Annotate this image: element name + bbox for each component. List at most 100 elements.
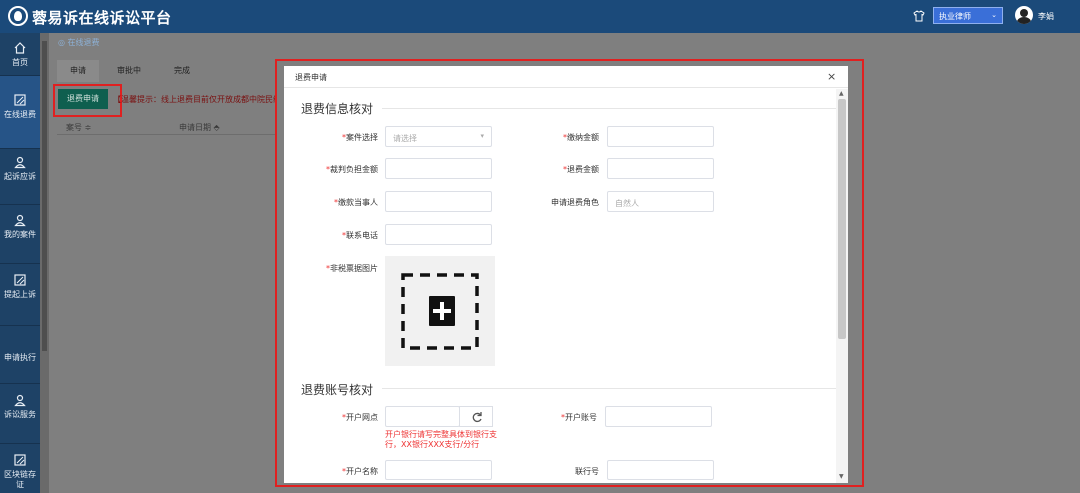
divider xyxy=(0,383,40,384)
dialog-header: 退费申请 × xyxy=(284,66,848,88)
sidebar-item-litigation-service[interactable]: 诉讼服务 xyxy=(0,393,40,420)
bank-code-input[interactable] xyxy=(607,460,714,480)
section-title-refund-account: 退费账号核对 xyxy=(301,383,374,397)
sidebar-item-label: 首页 xyxy=(12,58,28,67)
document-icon xyxy=(14,94,26,106)
sidebar-item-home[interactable]: 首页 xyxy=(0,41,40,68)
judged-amount-input[interactable] xyxy=(385,158,492,179)
scrollbar-thumb[interactable] xyxy=(42,41,47,351)
tab-reviewing[interactable]: 审批中 xyxy=(117,65,141,76)
paid-amount-label: *缴纳金额 xyxy=(563,133,599,142)
sidebar-item-apply-execution[interactable]: 申请执行 xyxy=(0,353,40,363)
breadcrumb-label[interactable]: 在线退费 xyxy=(68,38,100,47)
role-select-value: 执业律师 xyxy=(939,12,971,21)
highlight-box xyxy=(53,84,122,117)
sidebar-item-my-cases[interactable]: 我的案件 xyxy=(0,213,40,240)
scroll-down-icon[interactable]: ▼ xyxy=(839,473,844,480)
divider xyxy=(382,108,836,109)
divider xyxy=(382,388,836,389)
judged-amount-label: *裁判负担金额 xyxy=(326,165,378,174)
phone-label: *联系电话 xyxy=(342,231,378,240)
location-icon: ◎ xyxy=(58,38,68,47)
bank-account-label: *开户账号 xyxy=(561,413,597,422)
case-select-placeholder: 请选择 xyxy=(393,134,417,143)
sidebar-item-label: 我的案件 xyxy=(4,230,36,239)
sort-icon: ≑ xyxy=(84,123,92,132)
account-name-label: *开户名称 xyxy=(342,467,378,476)
top-header: 蓉易诉在线诉讼平台 执业律师 ⌄ 李娟 xyxy=(0,0,1080,33)
document-icon xyxy=(14,274,26,286)
payer-input[interactable] xyxy=(385,191,492,212)
court-logo-icon xyxy=(8,6,28,26)
column-label: 案号 xyxy=(66,123,82,132)
refund-role-value: 自然人 xyxy=(615,199,639,208)
sidebar: 首页 在线退费 起诉应诉 我的案件 提起上诉 申请执行 诉讼服务 区块链存证 xyxy=(0,33,40,493)
column-header-apply-date[interactable]: 申请日期 ⬘ xyxy=(179,122,220,133)
username[interactable]: 李娟 xyxy=(1038,11,1054,22)
divider xyxy=(0,263,40,264)
scrollbar-thumb[interactable] xyxy=(838,99,846,339)
divider xyxy=(0,204,40,205)
sidebar-item-online-refund[interactable]: 在线退费 xyxy=(0,76,40,148)
sidebar-item-appeal[interactable]: 提起上诉 xyxy=(0,273,40,300)
case-select-label: *案件选择 xyxy=(342,133,378,142)
payer-label: *缴款当事人 xyxy=(334,198,378,207)
add-image-icon xyxy=(401,273,479,350)
notice-text: 【温馨提示：线上退费目前仅开放成都中院民终以 xyxy=(113,95,275,104)
dialog-title: 退费申请 xyxy=(295,73,327,82)
tab-completed[interactable]: 完成 xyxy=(174,65,190,76)
divider xyxy=(0,443,40,444)
sidebar-item-label: 诉讼服务 xyxy=(4,410,36,419)
close-icon[interactable]: × xyxy=(827,70,836,83)
home-icon xyxy=(14,42,26,54)
divider xyxy=(57,134,275,135)
breadcrumb: ◎ 在线退费 xyxy=(58,37,100,48)
refresh-icon xyxy=(472,412,482,423)
shirt-icon[interactable] xyxy=(913,10,925,22)
refund-application-dialog: 退费申请 × 退费信息核对 *案件选择 请选择 ▾ *缴纳金额 *裁判负担金额 … xyxy=(284,66,848,483)
refund-amount-input[interactable] xyxy=(607,158,714,179)
column-label: 申请日期 xyxy=(179,123,211,132)
user-icon xyxy=(14,394,26,407)
tab-apply[interactable]: 申请 xyxy=(57,60,99,82)
refund-role-label: 申请退费角色 xyxy=(551,198,599,207)
sidebar-item-label: 区块链存证 xyxy=(4,470,36,489)
chevron-down-icon: ▾ xyxy=(480,132,484,140)
account-name-input[interactable] xyxy=(385,460,492,480)
sidebar-item-blockchain[interactable]: 区块链存证 xyxy=(0,453,40,490)
sidebar-item-label: 起诉应诉 xyxy=(4,172,36,181)
scroll-up-icon[interactable]: ▲ xyxy=(839,90,844,97)
role-select[interactable]: 执业律师 ⌄ xyxy=(933,7,1003,24)
sidebar-item-label: 提起上诉 xyxy=(4,290,36,299)
bank-account-input[interactable] xyxy=(605,406,712,427)
dialog-scrollbar[interactable]: ▲ ▼ xyxy=(836,89,848,483)
bank-branch-label: *开户网点 xyxy=(342,413,378,422)
phone-input[interactable] xyxy=(385,224,492,245)
page-tabs: 申请 审批中 完成 xyxy=(57,60,277,82)
avatar[interactable] xyxy=(1015,6,1033,24)
receipt-upload[interactable] xyxy=(385,256,495,366)
divider xyxy=(0,325,40,326)
sidebar-scrollbar[interactable] xyxy=(40,33,49,493)
sidebar-item-label: 在线退费 xyxy=(4,110,36,119)
sidebar-item-label: 申请执行 xyxy=(4,353,36,362)
sidebar-item-sue-respond[interactable]: 起诉应诉 xyxy=(0,155,40,182)
bank-branch-input[interactable] xyxy=(385,406,460,427)
receipt-image-label: *非税票据图片 xyxy=(326,264,378,273)
paid-amount-input[interactable] xyxy=(607,126,714,147)
refund-role-input[interactable]: 自然人 xyxy=(607,191,714,212)
refresh-button[interactable] xyxy=(459,406,493,427)
case-select[interactable]: 请选择 ▾ xyxy=(385,126,492,147)
sort-icon: ⬘ xyxy=(213,123,220,132)
bank-code-label: 联行号 xyxy=(575,467,599,476)
chevron-down-icon: ⌄ xyxy=(991,11,997,19)
divider xyxy=(0,148,40,149)
refund-amount-label: *退费金额 xyxy=(563,165,599,174)
user-icon xyxy=(14,214,26,227)
document-icon xyxy=(14,454,26,466)
bank-branch-hint: 开户银行请写完整具体到银行支行，XX银行XXX支行/分行 xyxy=(385,430,497,449)
section-title-refund-info: 退费信息核对 xyxy=(301,102,374,116)
user-icon xyxy=(14,156,26,169)
app-title: 蓉易诉在线诉讼平台 xyxy=(32,9,172,27)
column-header-case-no[interactable]: 案号 ≑ xyxy=(66,122,91,133)
